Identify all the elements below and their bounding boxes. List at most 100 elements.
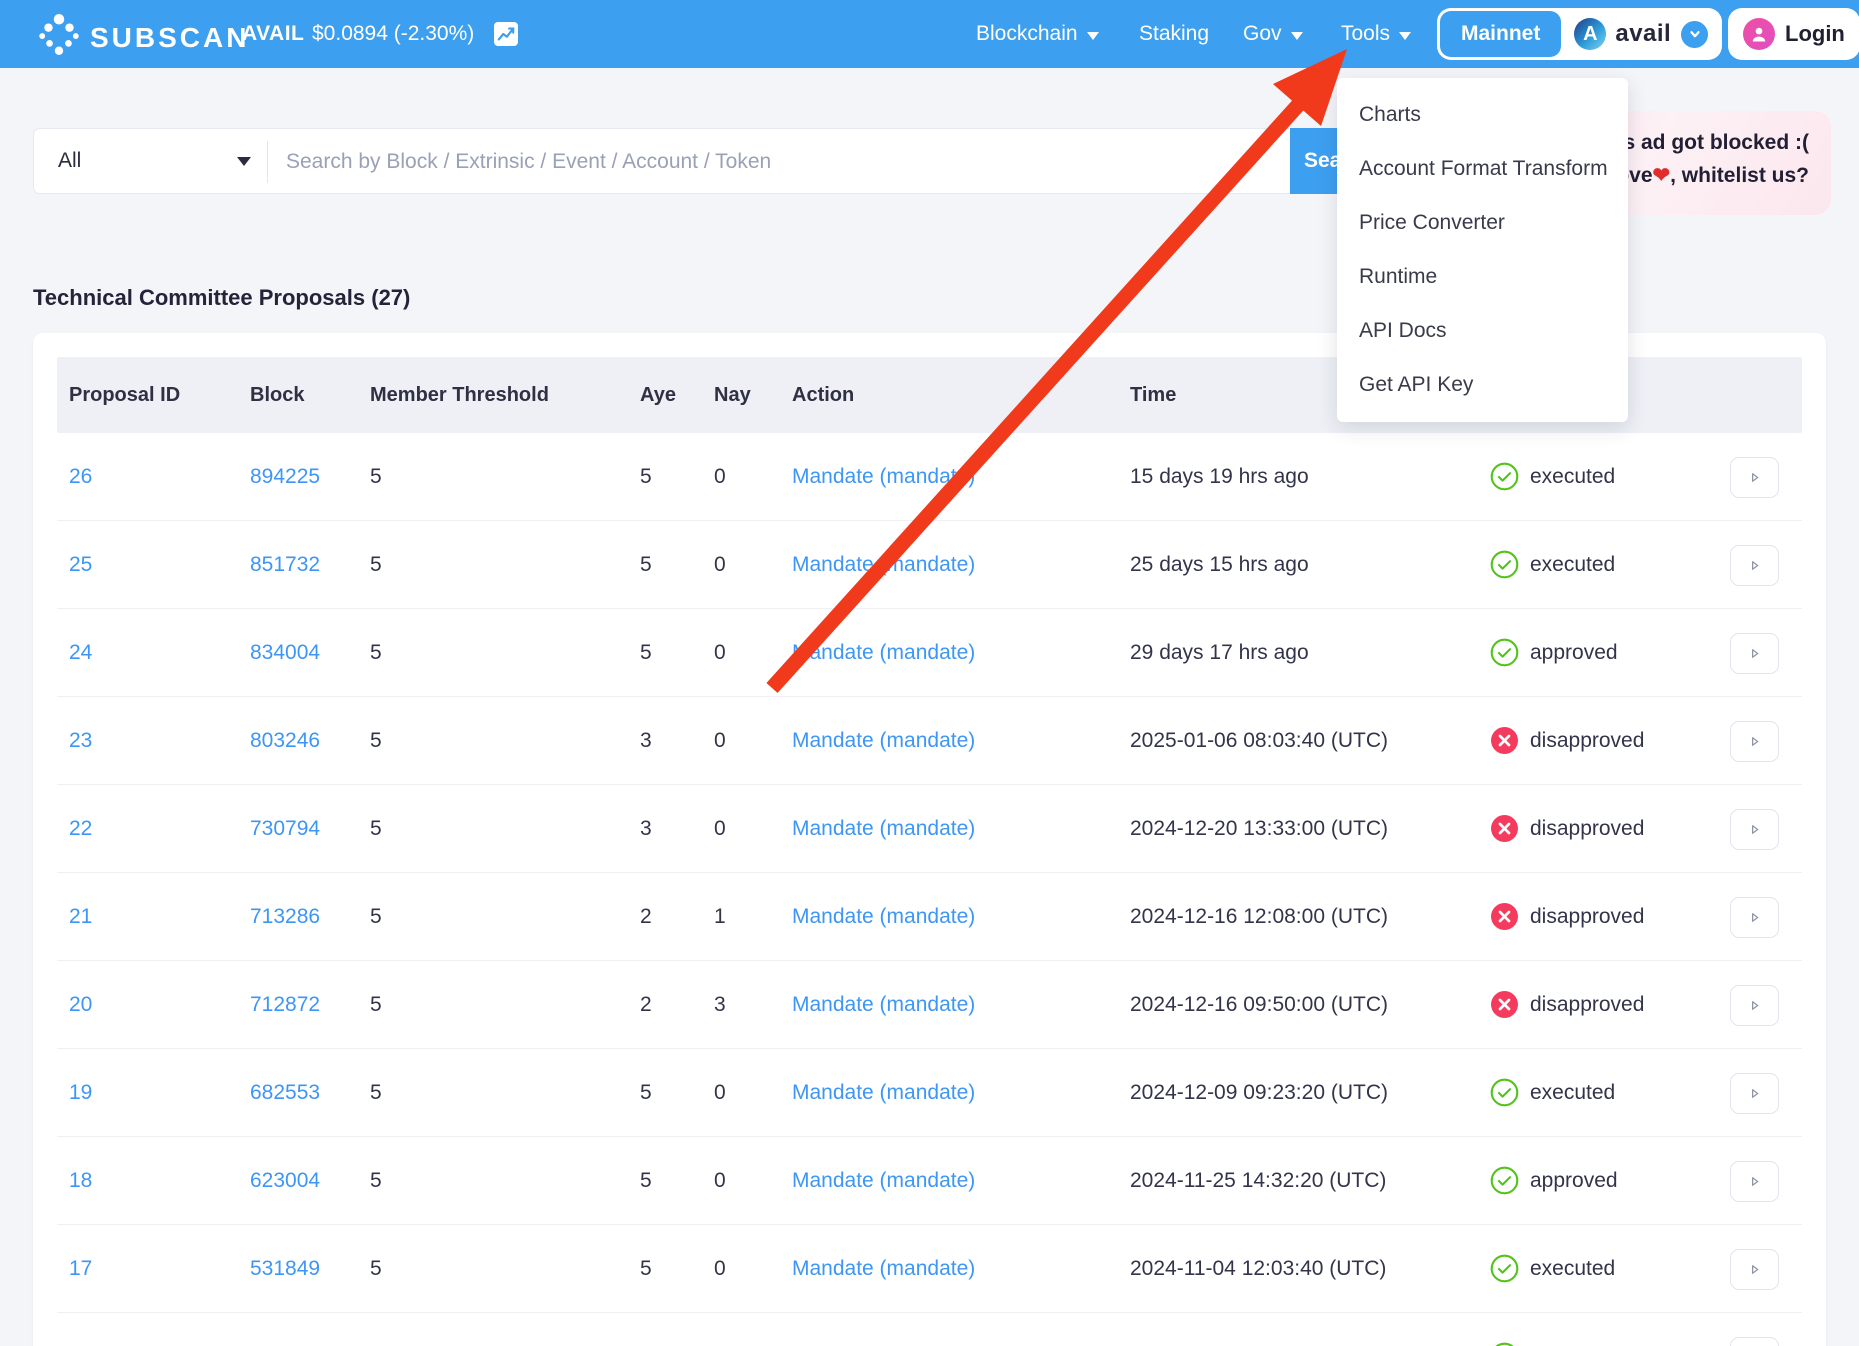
table-row: 23 803246 5 3 0 Mandate (mandate) 2025-0… bbox=[57, 697, 1802, 785]
action-link[interactable]: Mandate (mandate) bbox=[792, 1049, 975, 1136]
tools-dropdown-menu: Charts Account Format Transform Price Co… bbox=[1337, 78, 1628, 422]
price-chart-icon[interactable] bbox=[494, 22, 518, 46]
menu-item-api-docs[interactable]: API Docs bbox=[1337, 304, 1628, 358]
heart-icon: ❤ bbox=[1653, 164, 1671, 187]
proposal-id-link[interactable]: 16 bbox=[69, 1313, 92, 1346]
action-link[interactable]: Mandate (mandate) bbox=[792, 873, 975, 960]
action-link[interactable]: Mandate (mandate) bbox=[792, 1137, 975, 1224]
col-block: Block bbox=[250, 357, 304, 433]
action-link[interactable]: Mandate (mandate) bbox=[792, 1313, 975, 1346]
proposal-id-link[interactable]: 23 bbox=[69, 697, 92, 784]
proposal-id-link[interactable]: 22 bbox=[69, 785, 92, 872]
proposal-id-link[interactable]: 24 bbox=[69, 609, 92, 696]
proposal-id-link[interactable]: 20 bbox=[69, 961, 92, 1048]
proposal-id-link[interactable]: 17 bbox=[69, 1225, 92, 1312]
action-link[interactable]: Mandate (mandate) bbox=[792, 1225, 975, 1312]
nav-tools[interactable]: Tools bbox=[1341, 0, 1411, 68]
nay-value: 0 bbox=[714, 785, 726, 872]
status-label: disapproved bbox=[1530, 905, 1644, 929]
block-link[interactable]: 623004 bbox=[250, 1137, 320, 1224]
expand-row-button[interactable] bbox=[1730, 457, 1779, 498]
search-filter-select[interactable]: All bbox=[34, 129, 267, 193]
proposal-id-link[interactable]: 18 bbox=[69, 1137, 92, 1224]
expand-row-button[interactable] bbox=[1730, 1337, 1779, 1346]
login-button[interactable]: Login bbox=[1728, 8, 1859, 60]
expand-row-button[interactable] bbox=[1730, 809, 1779, 850]
status-badge: disapproved bbox=[1490, 697, 1644, 784]
brand-name: SUBSCAN bbox=[90, 22, 249, 54]
block-link[interactable]: 803246 bbox=[250, 697, 320, 784]
time-value: 2024-12-09 09:23:20 (UTC) bbox=[1130, 1049, 1388, 1136]
nay-value: 1 bbox=[714, 873, 726, 960]
member-threshold-value: 5 bbox=[370, 961, 382, 1048]
action-link[interactable]: Mandate (mandate) bbox=[792, 697, 975, 784]
member-threshold-value: 5 bbox=[370, 785, 382, 872]
expand-row-button[interactable] bbox=[1730, 633, 1779, 674]
aye-value: 5 bbox=[640, 433, 652, 520]
col-action: Action bbox=[792, 357, 854, 433]
expand-row-button[interactable] bbox=[1730, 721, 1779, 762]
status-badge: disapproved bbox=[1490, 873, 1644, 960]
block-link[interactable]: 531849 bbox=[250, 1225, 320, 1312]
action-link[interactable]: Mandate (mandate) bbox=[792, 433, 975, 520]
menu-item-account-format-transform[interactable]: Account Format Transform bbox=[1337, 142, 1628, 196]
status-badge: executed bbox=[1490, 1313, 1615, 1346]
expand-row-button[interactable] bbox=[1730, 1073, 1779, 1114]
block-link[interactable]: 730794 bbox=[250, 785, 320, 872]
col-proposal-id: Proposal ID bbox=[69, 357, 180, 433]
expand-row-button[interactable] bbox=[1730, 1161, 1779, 1202]
search-filter-value: All bbox=[58, 149, 81, 173]
member-threshold-value: 5 bbox=[370, 1313, 382, 1346]
table-row: 19 682553 5 5 0 Mandate (mandate) 2024-1… bbox=[57, 1049, 1802, 1137]
block-link[interactable]: 834004 bbox=[250, 609, 320, 696]
block-link[interactable]: 487105 bbox=[250, 1313, 320, 1346]
block-link[interactable]: 712872 bbox=[250, 961, 320, 1048]
block-link[interactable]: 851732 bbox=[250, 521, 320, 608]
subscan-logo[interactable]: SUBSCAN bbox=[38, 14, 249, 61]
action-link[interactable]: Mandate (mandate) bbox=[792, 785, 975, 872]
status-label: disapproved bbox=[1530, 729, 1644, 753]
menu-item-get-api-key[interactable]: Get API Key bbox=[1337, 358, 1628, 412]
proposal-id-link[interactable]: 21 bbox=[69, 873, 92, 960]
proposal-id-link[interactable]: 26 bbox=[69, 433, 92, 520]
menu-item-runtime[interactable]: Runtime bbox=[1337, 250, 1628, 304]
action-link[interactable]: Mandate (mandate) bbox=[792, 961, 975, 1048]
token-symbol: AVAIL bbox=[242, 22, 304, 46]
time-value: 2024-12-16 12:08:00 (UTC) bbox=[1130, 873, 1388, 960]
action-link[interactable]: Mandate (mandate) bbox=[792, 521, 975, 608]
search-input[interactable] bbox=[284, 129, 1188, 195]
top-header: SUBSCAN AVAIL $0.0894 (-2.30%) Blockchai… bbox=[0, 0, 1859, 68]
menu-item-price-converter[interactable]: Price Converter bbox=[1337, 196, 1628, 250]
action-link[interactable]: Mandate (mandate) bbox=[792, 609, 975, 696]
time-value: 2025-01-06 08:03:40 (UTC) bbox=[1130, 697, 1388, 784]
nay-value: 0 bbox=[714, 697, 726, 784]
menu-item-charts[interactable]: Charts bbox=[1337, 88, 1628, 142]
proposal-id-link[interactable]: 25 bbox=[69, 521, 92, 608]
expand-row-button[interactable] bbox=[1730, 1249, 1779, 1290]
time-value: 25 days 15 hrs ago bbox=[1130, 521, 1309, 608]
nav-blockchain[interactable]: Blockchain bbox=[976, 0, 1099, 68]
table-row: 21 713286 5 2 1 Mandate (mandate) 2024-1… bbox=[57, 873, 1802, 961]
status-badge: executed bbox=[1490, 433, 1615, 520]
aye-value: 5 bbox=[640, 521, 652, 608]
mainnet-button[interactable]: Mainnet bbox=[1440, 11, 1561, 57]
col-aye: Aye bbox=[640, 357, 676, 433]
aye-value: 3 bbox=[640, 697, 652, 784]
check-circle-icon bbox=[1490, 462, 1519, 491]
member-threshold-value: 5 bbox=[370, 1225, 382, 1312]
table-body: 26 894225 5 5 0 Mandate (mandate) 15 day… bbox=[57, 433, 1802, 1346]
check-circle-icon bbox=[1490, 638, 1519, 667]
expand-row-button[interactable] bbox=[1730, 545, 1779, 586]
block-link[interactable]: 894225 bbox=[250, 433, 320, 520]
member-threshold-value: 5 bbox=[370, 1137, 382, 1224]
status-label: executed bbox=[1530, 553, 1615, 577]
network-chevron-down-icon[interactable] bbox=[1681, 21, 1708, 48]
network-name[interactable]: avail bbox=[1615, 20, 1671, 48]
block-link[interactable]: 682553 bbox=[250, 1049, 320, 1136]
block-link[interactable]: 713286 bbox=[250, 873, 320, 960]
nav-gov[interactable]: Gov bbox=[1243, 0, 1303, 68]
expand-row-button[interactable] bbox=[1730, 985, 1779, 1026]
proposal-id-link[interactable]: 19 bbox=[69, 1049, 92, 1136]
nav-staking[interactable]: Staking bbox=[1139, 0, 1209, 68]
expand-row-button[interactable] bbox=[1730, 897, 1779, 938]
